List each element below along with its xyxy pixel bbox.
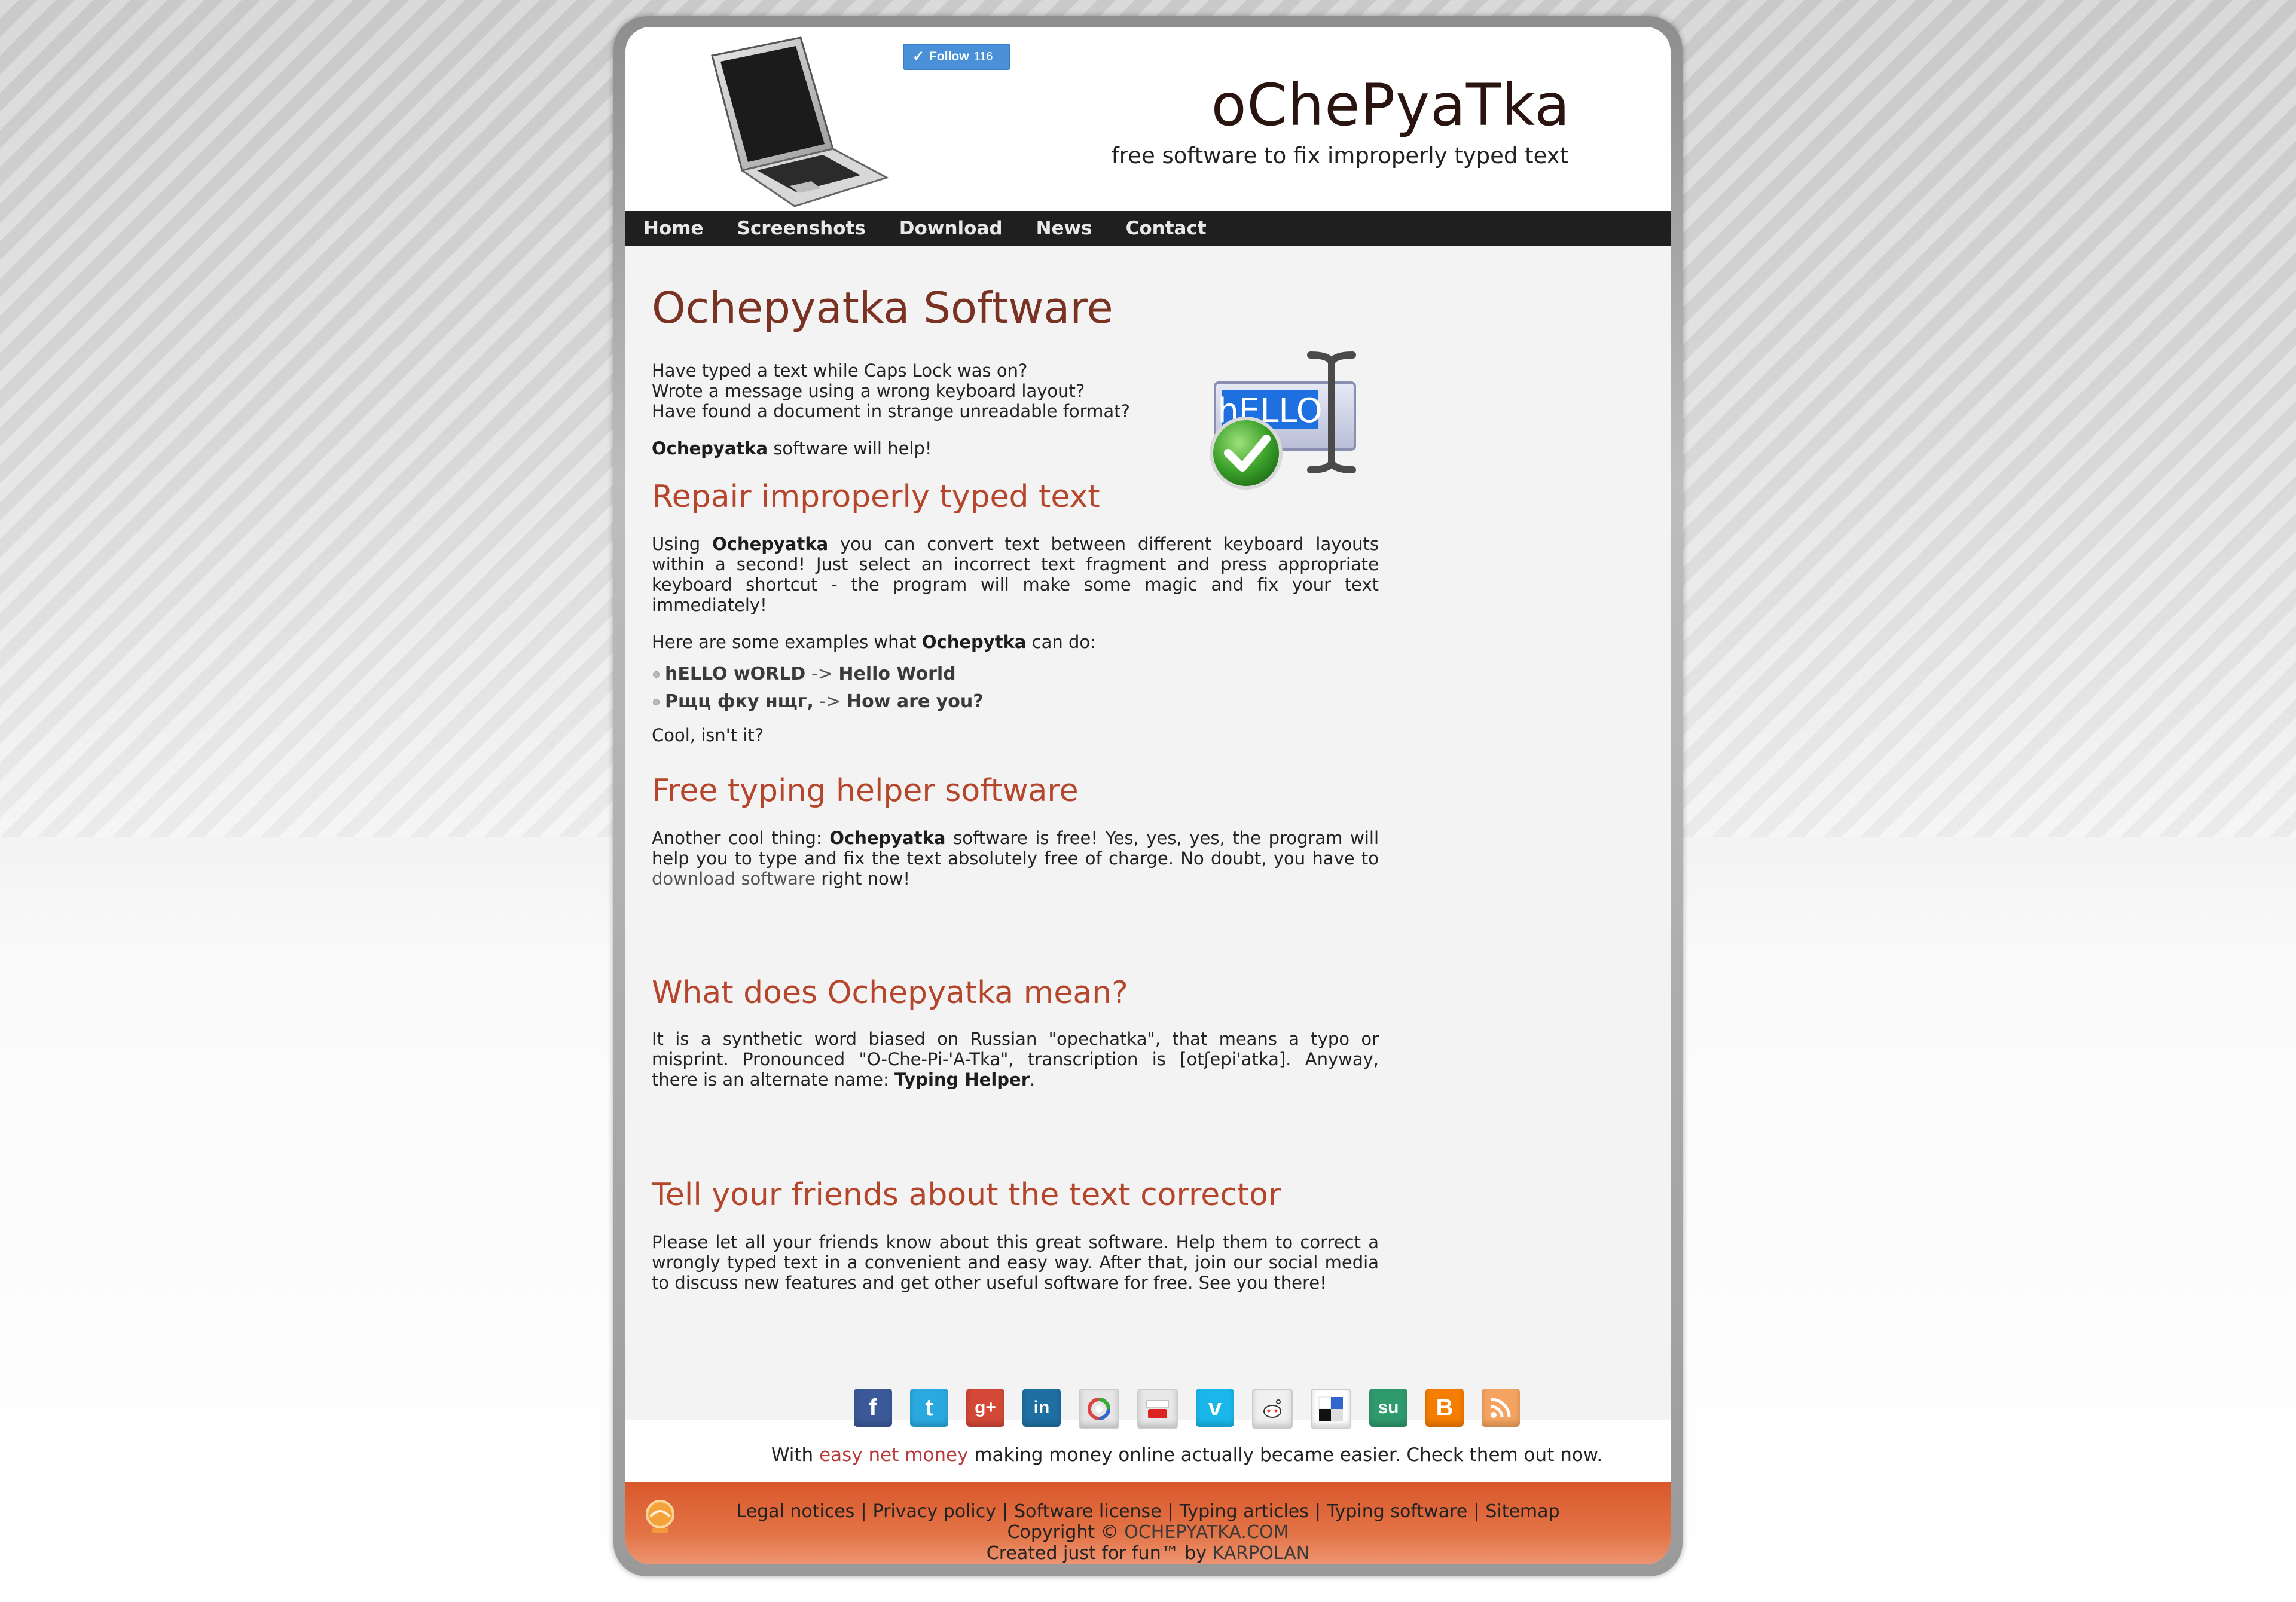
linkedin-icon[interactable]: in xyxy=(1022,1389,1061,1427)
brand-name: Ochepyatka xyxy=(829,828,946,848)
blogger-icon[interactable]: B xyxy=(1425,1389,1464,1427)
laptop-logo-icon[interactable] xyxy=(700,32,891,211)
example-arrow: -> xyxy=(805,664,839,684)
main-content: Ochepyatka Software Have typed a text wh… xyxy=(625,246,1671,1466)
text-fragment: Copyright © xyxy=(1007,1522,1125,1543)
text-fragment: With xyxy=(771,1444,820,1466)
site-title[interactable]: oChePyaTka xyxy=(1164,72,1618,139)
separator: | xyxy=(860,1501,867,1522)
created-by: Created just for fun™ by KARPOLAN xyxy=(625,1543,1671,1564)
footer-links: Legal notices | Privacy policy | Software li… xyxy=(625,1482,1671,1522)
brand-name: Ochepyatka xyxy=(712,534,829,554)
nav-download[interactable]: Download xyxy=(899,218,1003,239)
copyright: Copyright © OCHEPYATKA.COM xyxy=(625,1522,1671,1543)
follow-label: Follow xyxy=(929,50,969,63)
footer-link-license[interactable]: Software license xyxy=(1014,1501,1162,1522)
nav-screenshots[interactable]: Screenshots xyxy=(737,218,866,239)
text-fragment: making money online actually became easi… xyxy=(968,1444,1603,1466)
twitter-icon[interactable]: t xyxy=(910,1389,948,1427)
section-free-text: Another cool thing: Ochepyatka software … xyxy=(652,828,1379,889)
follow-button[interactable]: ✓ Follow 116 xyxy=(903,44,1010,70)
footer-link-sitemap[interactable]: Sitemap xyxy=(1485,1501,1559,1522)
example-from: hELLO wORLD xyxy=(665,664,806,684)
section-free-heading: Free typing helper software xyxy=(652,773,1079,809)
examples-list: hELLO wORLD -> Hello World Рщц фку нщг, … xyxy=(652,661,1379,716)
page-container: ✓ Follow 116 oChePyaTka free software to… xyxy=(625,27,1671,1564)
section-meaning-heading: What does Ochepyatka mean? xyxy=(652,975,1128,1011)
section-friends-heading: Tell your friends about the text correct… xyxy=(652,1177,1281,1213)
example-arrow: -> xyxy=(813,691,847,712)
text-fragment: Here are some examples what xyxy=(652,632,922,652)
example-from: Рщц фку нщг, xyxy=(665,691,814,712)
separator: | xyxy=(1473,1501,1480,1522)
rss-icon[interactable] xyxy=(1482,1389,1520,1427)
nav-home[interactable]: Home xyxy=(643,218,704,239)
list-item: Рщц фку нщг, -> How are you? xyxy=(652,688,1379,716)
reddit-icon[interactable] xyxy=(1252,1389,1293,1429)
list-item: hELLO wORLD -> Hello World xyxy=(652,661,1379,688)
footer-link-articles[interactable]: Typing articles xyxy=(1180,1501,1309,1522)
google-plus-icon[interactable]: g+ xyxy=(966,1389,1004,1427)
facebook-icon[interactable]: f xyxy=(854,1389,892,1427)
text-fragment: Another cool thing: xyxy=(652,828,830,848)
example-to: Hello World xyxy=(838,664,956,684)
help-rest: software will help! xyxy=(768,438,932,458)
alternate-name: Typing Helper xyxy=(894,1069,1030,1090)
brand-name: Ochepyatka xyxy=(652,438,768,458)
text-fragment: Created just for fun™ by xyxy=(986,1543,1213,1564)
social-icons: f t g+ in v su B xyxy=(625,1389,1671,1430)
picasa-icon[interactable] xyxy=(1079,1389,1119,1429)
section-repair-text: Using Ochepyatka you can convert text be… xyxy=(652,534,1379,615)
follow-count: 116 xyxy=(973,50,993,63)
separator: | xyxy=(1167,1501,1174,1522)
footer-logo-icon[interactable] xyxy=(643,1499,677,1538)
page-frame: ✓ Follow 116 oChePyaTka free software to… xyxy=(613,16,1683,1576)
vimeo-icon[interactable]: v xyxy=(1196,1389,1234,1427)
text-fragment: . xyxy=(1030,1069,1036,1090)
main-nav: Home Screenshots Download News Contact xyxy=(625,211,1671,246)
stumbleupon-icon[interactable]: su xyxy=(1369,1389,1407,1427)
separator: | xyxy=(1002,1501,1009,1522)
checkmark-icon: ✓ xyxy=(912,48,925,65)
site-footer: Legal notices | Privacy policy | Software li… xyxy=(625,1482,1671,1564)
nav-news[interactable]: News xyxy=(1036,218,1092,239)
easy-net-money-link[interactable]: easy net money xyxy=(819,1444,968,1466)
footer-link-legal[interactable]: Legal notices xyxy=(736,1501,854,1522)
example-to: How are you? xyxy=(846,691,984,712)
delicious-icon[interactable] xyxy=(1311,1389,1351,1429)
footer-link-software[interactable]: Typing software xyxy=(1327,1501,1467,1522)
download-software-link[interactable]: download software xyxy=(652,869,816,889)
nav-contact[interactable]: Contact xyxy=(1126,218,1207,239)
text-fragment: Using xyxy=(652,534,713,554)
examples-outro: Cool, isn't it? xyxy=(652,725,764,745)
section-friends-text: Please let all your friends know about t… xyxy=(652,1232,1379,1293)
examples-intro: Here are some examples what Ochepytka ca… xyxy=(652,632,1379,652)
site-tagline: free software to fix improperly typed te… xyxy=(1111,143,1569,169)
section-meaning-text: It is a synthetic word biased on Russian… xyxy=(652,1029,1379,1090)
brand-name: Ochepytka xyxy=(921,632,1027,652)
footer-link-privacy[interactable]: Privacy policy xyxy=(873,1501,996,1522)
page-title: Ochepyatka Software xyxy=(652,283,1113,333)
separator: | xyxy=(1314,1501,1321,1522)
karpolan-link[interactable]: KARPOLAN xyxy=(1213,1543,1310,1564)
text-fragment: can do: xyxy=(1026,632,1096,652)
text-fragment: right now! xyxy=(816,869,911,889)
ochepyatka-com-link[interactable]: OCHEPYATKA.COM xyxy=(1124,1522,1289,1543)
youtube-icon[interactable] xyxy=(1137,1389,1178,1429)
promo-text: With easy net money making money online … xyxy=(625,1444,1671,1466)
site-header: ✓ Follow 116 oChePyaTka free software to… xyxy=(625,27,1671,211)
text-fix-icon: hELLO xyxy=(1210,351,1356,490)
